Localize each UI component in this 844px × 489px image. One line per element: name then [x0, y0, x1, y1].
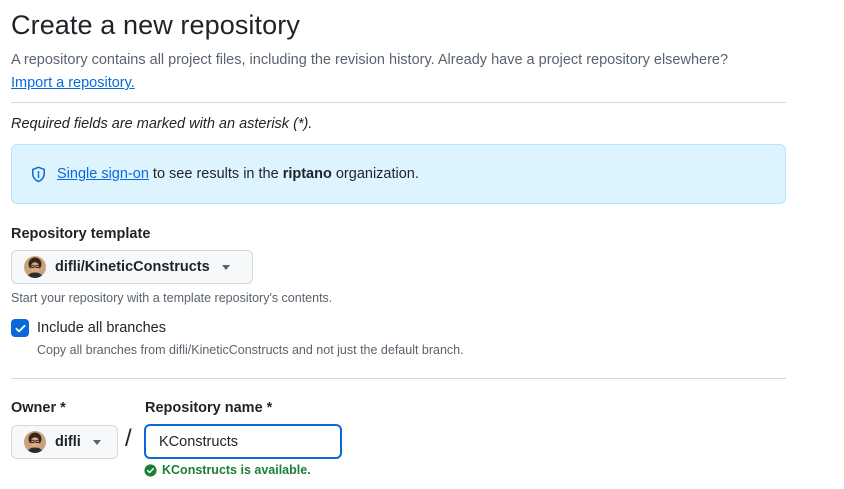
avatar [24, 256, 46, 278]
page-description: A repository contains all project files,… [11, 49, 771, 95]
avatar [24, 431, 46, 453]
repository-name-input[interactable] [144, 424, 342, 459]
repository-name-label: Repository name * [145, 400, 273, 416]
sso-text-end: organization. [331, 166, 419, 182]
include-branches-hint: Copy all branches from difli/KineticCons… [37, 343, 464, 357]
divider [11, 378, 786, 379]
template-label: Repository template [11, 226, 151, 242]
description-text: A repository contains all project files,… [11, 52, 729, 68]
template-hint: Start your repository with a template re… [11, 291, 333, 305]
sso-message: Single sign-on to see results in the rip… [57, 166, 419, 182]
availability-text: KConstructs is available. [162, 463, 311, 477]
chevron-down-icon [92, 439, 101, 445]
owner-selected: difli [55, 434, 81, 450]
include-all-branches-checkbox[interactable] [11, 319, 29, 337]
availability-status: KConstructs is available. [144, 463, 311, 477]
include-all-branches-label[interactable]: Include all branches [37, 320, 166, 336]
template-select-button[interactable]: difli/KineticConstructs [11, 250, 253, 284]
chevron-down-icon [221, 264, 230, 270]
org-name: riptano [282, 166, 332, 182]
import-repository-link[interactable]: Import a repository. [11, 75, 135, 91]
sso-text: to see results in the [148, 166, 283, 182]
single-sign-on-link[interactable]: Single sign-on [57, 166, 149, 182]
required-fields-note: Required fields are marked with an aster… [11, 116, 313, 132]
template-selected: difli/KineticConstructs [55, 259, 210, 275]
page-title: Create a new repository [11, 10, 300, 40]
owner-repo-separator: / [125, 425, 132, 452]
divider [11, 102, 786, 103]
sso-notice: Single sign-on to see results in the rip… [11, 144, 786, 204]
shield-icon [30, 166, 47, 183]
check-icon [15, 324, 25, 332]
owner-select-button[interactable]: difli [11, 425, 118, 459]
owner-label: Owner * [11, 400, 66, 416]
check-circle-icon [144, 463, 157, 477]
